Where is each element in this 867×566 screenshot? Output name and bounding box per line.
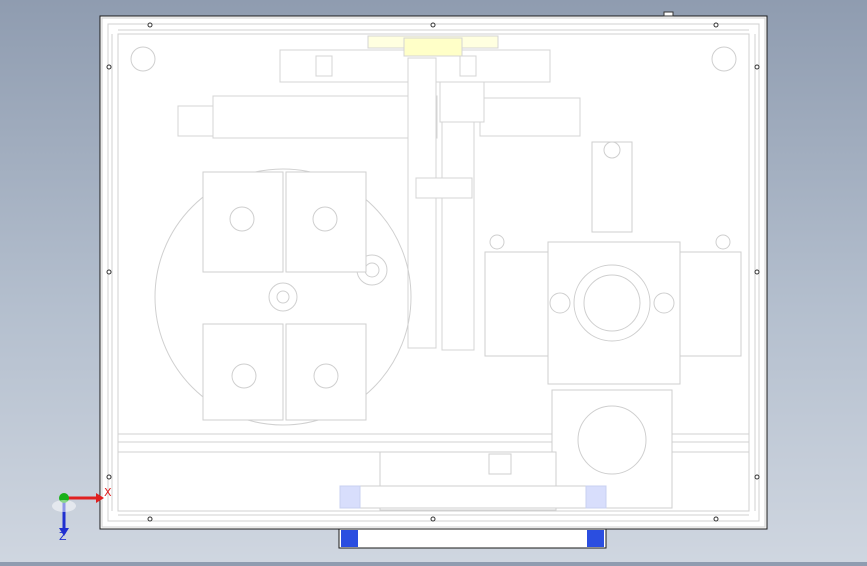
- z-axis-label: Z: [59, 530, 67, 543]
- bottom-slide[interactable]: [338, 528, 607, 549]
- frame-tab: [663, 11, 674, 17]
- cad-drawing[interactable]: [0, 0, 867, 562]
- x-axis-label: X: [104, 486, 112, 499]
- cad-graphics-viewport[interactable]: X Z: [0, 0, 867, 562]
